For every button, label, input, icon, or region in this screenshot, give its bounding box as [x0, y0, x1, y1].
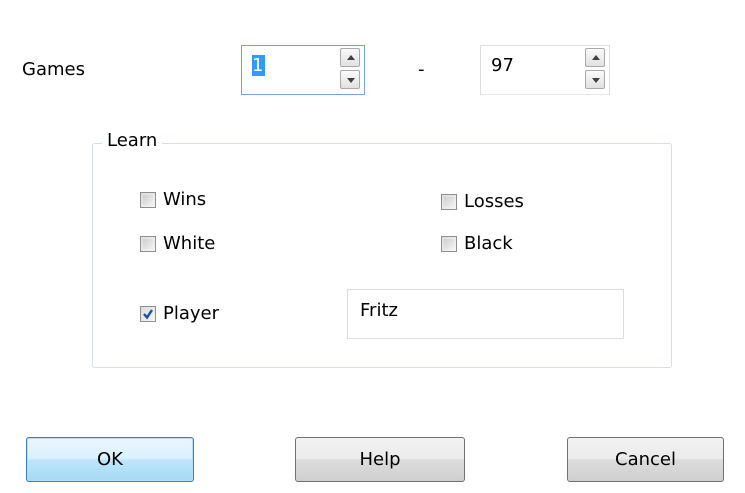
games-label: Games: [22, 59, 85, 80]
games-to-value[interactable]: 97: [491, 55, 514, 77]
losses-label[interactable]: Losses: [464, 191, 524, 213]
games-to-spinbox[interactable]: 97: [480, 45, 610, 95]
games-from-selected-text: 1: [252, 55, 266, 76]
wins-checkbox-row[interactable]: Wins: [140, 188, 206, 212]
arrow-up-icon: [347, 55, 355, 60]
cancel-button[interactable]: Cancel: [567, 437, 724, 482]
ok-button[interactable]: OK: [26, 437, 194, 482]
player-checkbox-row[interactable]: Player: [140, 302, 219, 326]
games-from-up-button[interactable]: [340, 48, 360, 67]
black-checkbox[interactable]: [441, 236, 457, 252]
black-checkbox-row[interactable]: Black: [441, 232, 513, 256]
white-label[interactable]: White: [163, 233, 215, 255]
white-checkbox[interactable]: [140, 236, 156, 252]
player-checkbox[interactable]: [140, 306, 156, 322]
games-to-down-button[interactable]: [585, 70, 605, 89]
help-button[interactable]: Help: [295, 437, 465, 482]
arrow-up-icon: [592, 55, 600, 60]
learn-group-title: Learn: [102, 130, 163, 152]
losses-checkbox-row[interactable]: Losses: [441, 190, 524, 214]
games-range-separator: -: [418, 59, 425, 80]
player-name-value: Fritz: [360, 300, 398, 321]
losses-checkbox[interactable]: [441, 194, 457, 210]
black-label[interactable]: Black: [464, 233, 513, 255]
player-label[interactable]: Player: [163, 303, 219, 325]
games-to-up-button[interactable]: [585, 48, 605, 67]
arrow-down-icon: [347, 78, 355, 83]
white-checkbox-row[interactable]: White: [140, 232, 215, 256]
arrow-down-icon: [592, 78, 600, 83]
wins-label[interactable]: Wins: [163, 189, 206, 211]
checkmark-icon: [143, 309, 153, 320]
wins-checkbox[interactable]: [140, 192, 156, 208]
player-name-input[interactable]: Fritz: [347, 289, 624, 339]
games-from-value[interactable]: 1: [252, 55, 266, 77]
games-from-down-button[interactable]: [340, 70, 360, 89]
games-from-spinbox[interactable]: 1: [241, 45, 365, 95]
